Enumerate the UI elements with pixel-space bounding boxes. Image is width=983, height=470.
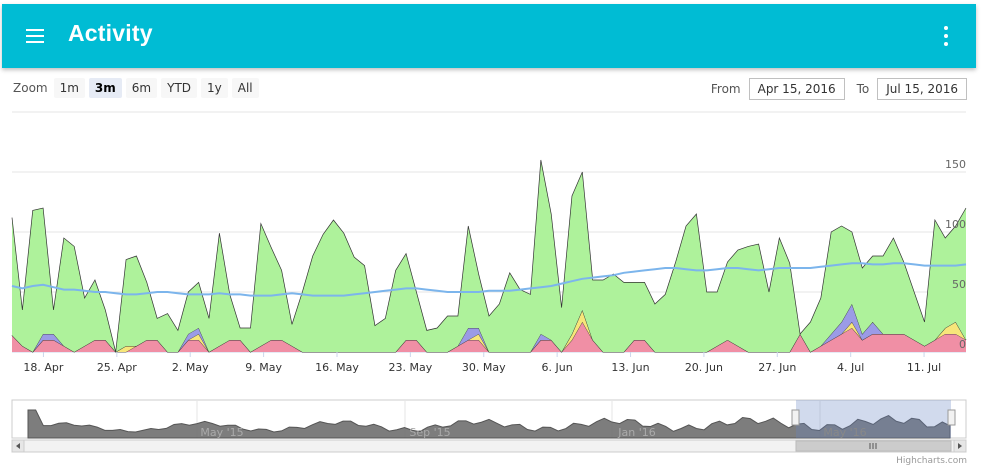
stacked-areas: [11, 159, 967, 353]
x-tick-label-11: 4. Jul: [837, 361, 864, 374]
navigator-right-handle[interactable]: [947, 409, 956, 426]
x-tick-label-10: 27. Jun: [758, 361, 796, 374]
x-tick-label-1: 25. Apr: [97, 361, 137, 374]
x-tick-label-8: 13. Jun: [611, 361, 649, 374]
nav-label-may16: May '16: [823, 426, 866, 439]
navigator[interactable]: May '15 Sep '15 Jan '16 May '16: [11, 399, 967, 439]
credits-link[interactable]: Highcharts.com: [896, 456, 967, 466]
nav-label-may15: May '15: [200, 426, 243, 439]
scrollbar[interactable]: [11, 439, 967, 453]
navigator-selection[interactable]: [796, 400, 951, 438]
x-tick-label-3: 9. May: [245, 361, 282, 374]
x-tick-label-7: 6. Jun: [542, 361, 573, 374]
x-tick-label-12: 11. Jul: [907, 361, 941, 374]
area-series-3: [12, 160, 966, 352]
x-tick-label-2: 2. May: [172, 361, 209, 374]
nav-label-sep15: Sep '15: [409, 426, 450, 439]
activity-chart: 0 50 100 150 18. Apr 25. Apr 2. May 9. May 16. …: [11, 111, 967, 453]
y-tick-100: 100: [945, 218, 966, 231]
x-tick-label-9: 20. Jun: [685, 361, 723, 374]
x-tick-label-0: 18. Apr: [23, 361, 63, 374]
x-axis: 18. Apr 25. Apr 2. May 9. May 16. May 23. May…: [23, 352, 941, 374]
y-tick-50: 50: [952, 278, 966, 291]
y-tick-0: 0: [959, 338, 966, 351]
x-tick-label-5: 23. May: [389, 361, 433, 374]
x-tick-label-4: 16. May: [315, 361, 359, 374]
nav-label-jan16: Jan '16: [617, 426, 655, 439]
x-tick-label-6: 30. May: [462, 361, 506, 374]
navigator-left-handle[interactable]: [791, 409, 800, 426]
y-tick-150: 150: [945, 158, 966, 171]
